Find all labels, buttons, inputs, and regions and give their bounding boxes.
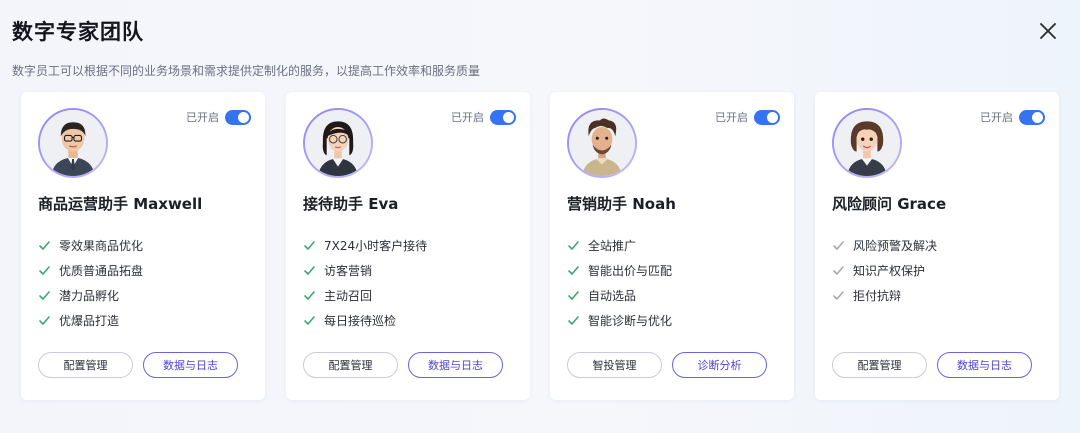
feature-item: 优爆品打造 (38, 308, 143, 333)
feature-item: 潜力品孵化 (38, 283, 143, 308)
check-icon (304, 266, 315, 275)
card-title: 营销助手 Noah (567, 195, 676, 213)
data-and-logs-button[interactable]: 数据与日志 (143, 352, 238, 378)
feature-list: 零效果商品优化 优质普通品拓盘 潜力品孵化 优爆品打造 (38, 233, 143, 333)
status-label: 已开启 (451, 111, 484, 124)
feature-label: 智能诊断与优化 (588, 314, 673, 328)
feature-label: 访客营销 (324, 264, 373, 278)
feature-item: 零效果商品优化 (38, 233, 143, 258)
feature-label: 拒付抗辩 (853, 289, 902, 303)
check-icon (568, 241, 579, 250)
check-icon (39, 316, 50, 325)
feature-item: 7X24小时客户接待 (303, 233, 427, 258)
check-icon (304, 291, 315, 300)
check-icon (304, 241, 315, 250)
close-icon[interactable] (1036, 19, 1060, 43)
status-label: 已开启 (715, 111, 748, 124)
data-and-logs-button[interactable]: 数据与日志 (937, 352, 1032, 378)
feature-item: 拒付抗辩 (832, 283, 937, 308)
status-indicator: 已开启 (715, 109, 780, 125)
status-indicator: 已开启 (980, 109, 1045, 125)
feature-list: 全站推广 智能出价与匹配 自动选品 智能诊断与优化 (567, 233, 672, 333)
enable-toggle[interactable] (1019, 109, 1045, 125)
avatar-grace (832, 108, 902, 178)
feature-item: 访客营销 (303, 258, 427, 283)
feature-label: 潜力品孵化 (59, 289, 120, 303)
feature-label: 零效果商品优化 (59, 239, 144, 253)
feature-item: 智能诊断与优化 (567, 308, 672, 333)
status-label: 已开启 (186, 111, 219, 124)
card-title: 接待助手 Eva (303, 195, 399, 213)
check-icon (833, 241, 844, 250)
data-and-logs-button[interactable]: 数据与日志 (408, 352, 503, 378)
card-title: 商品运营助手 Maxwell (38, 195, 203, 213)
config-management-button[interactable]: 配置管理 (303, 352, 398, 378)
feature-label: 智能出价与匹配 (588, 264, 673, 278)
avatar-eva (303, 108, 373, 178)
avatar-maxwell (38, 108, 108, 178)
status-indicator: 已开启 (186, 109, 251, 125)
feature-item: 风险预警及解决 (832, 233, 937, 258)
check-icon (833, 266, 844, 275)
feature-label: 优爆品打造 (59, 314, 120, 328)
check-icon (568, 316, 579, 325)
check-icon (568, 291, 579, 300)
feature-item: 主动召回 (303, 283, 427, 308)
expert-card-grace: 已开启 风险顾问 Grace 风险预警及解决 知识产权保护 拒付抗辩 配置管理 … (815, 92, 1059, 400)
enable-toggle[interactable] (490, 109, 516, 125)
feature-list: 风险预警及解决 知识产权保护 拒付抗辩 (832, 233, 937, 308)
enable-toggle[interactable] (225, 109, 251, 125)
feature-label: 全站推广 (588, 239, 637, 253)
feature-item: 自动选品 (567, 283, 672, 308)
feature-label: 7X24小时客户接待 (324, 239, 428, 253)
feature-label: 风险预警及解决 (853, 239, 938, 253)
avatar-noah (567, 108, 637, 178)
smart-delivery-management-button[interactable]: 智投管理 (567, 352, 662, 378)
card-title: 风险顾问 Grace (832, 195, 947, 213)
check-icon (39, 266, 50, 275)
enable-toggle[interactable] (754, 109, 780, 125)
feature-label: 主动召回 (324, 289, 373, 303)
expert-card-eva: 已开启 接待助手 Eva 7X24小时客户接待 访客营销 主动召回 每日接待巡检… (286, 92, 530, 400)
feature-item: 知识产权保护 (832, 258, 937, 283)
check-icon (304, 316, 315, 325)
feature-item: 智能出价与匹配 (567, 258, 672, 283)
feature-item: 每日接待巡检 (303, 308, 427, 333)
status-label: 已开启 (980, 111, 1013, 124)
feature-label: 优质普通品拓盘 (59, 264, 144, 278)
config-management-button[interactable]: 配置管理 (38, 352, 133, 378)
expert-card-noah: 已开启 营销助手 Noah 全站推广 智能出价与匹配 自动选品 智能诊断与优化 … (550, 92, 794, 400)
feature-item: 优质普通品拓盘 (38, 258, 143, 283)
config-management-button[interactable]: 配置管理 (832, 352, 927, 378)
status-indicator: 已开启 (451, 109, 516, 125)
check-icon (39, 241, 50, 250)
feature-label: 每日接待巡检 (324, 314, 397, 328)
feature-list: 7X24小时客户接待 访客营销 主动召回 每日接待巡检 (303, 233, 427, 333)
dialog-subtitle: 数字员工可以根据不同的业务场景和需求提供定制化的服务，以提高工作效率和服务质量 (12, 64, 481, 78)
diagnosis-analysis-button[interactable]: 诊断分析 (672, 352, 767, 378)
feature-label: 知识产权保护 (853, 264, 926, 278)
dialog-title: 数字专家团队 (12, 20, 144, 44)
expert-card-maxwell: 已开启 商品运营助手 Maxwell 零效果商品优化 优质普通品拓盘 潜力品孵化… (21, 92, 265, 400)
check-icon (568, 266, 579, 275)
feature-label: 自动选品 (588, 289, 637, 303)
feature-item: 全站推广 (567, 233, 672, 258)
check-icon (833, 291, 844, 300)
check-icon (39, 291, 50, 300)
